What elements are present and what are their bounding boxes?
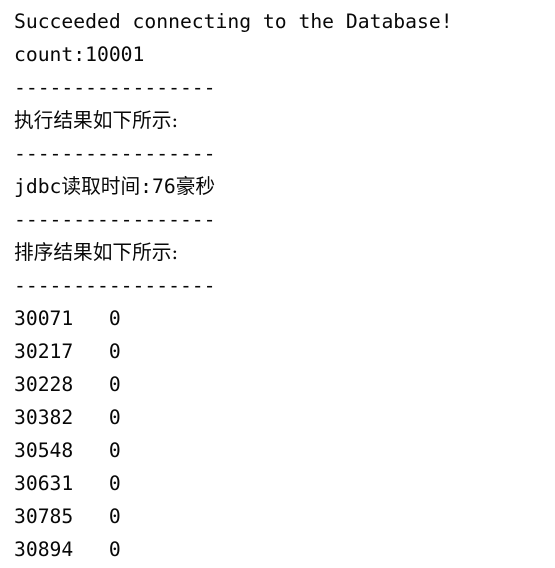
row-value: 0	[108, 538, 121, 561]
row-id: 30785	[14, 505, 74, 528]
jdbc-prefix: jdbc	[14, 175, 62, 198]
row-id: 30228	[14, 373, 74, 396]
row-id: 30548	[14, 439, 74, 462]
separator: -----------------	[14, 208, 216, 231]
result-row: 30228 0	[14, 368, 555, 401]
row-id: 30894	[14, 538, 74, 561]
row-value: 0	[108, 373, 121, 396]
connect-message: Succeeded connecting to the Database!	[14, 10, 453, 33]
sort-result-label: 排序结果如下所示:	[14, 241, 179, 264]
row-value: 0	[108, 505, 121, 528]
result-row: 30785 0	[14, 500, 555, 533]
separator: -----------------	[14, 142, 216, 165]
row-value: 0	[108, 340, 121, 363]
row-id: 30217	[14, 340, 74, 363]
result-row: 30217 0	[14, 335, 555, 368]
row-id: 30631	[14, 472, 74, 495]
separator: -----------------	[14, 274, 216, 297]
count-line: count:10001	[14, 43, 145, 66]
jdbc-time-line: jdbc读取时间:76豪秒	[14, 170, 555, 203]
jdbc-time-unit: 豪秒	[175, 175, 216, 198]
row-value: 0	[108, 439, 121, 462]
result-row: 30631 0	[14, 467, 555, 500]
result-row: 30071 0	[14, 302, 555, 335]
result-row: 30382 0	[14, 401, 555, 434]
jdbc-time-value: :76	[140, 175, 176, 198]
jdbc-read-label: 读取时间	[61, 175, 141, 198]
row-value: 0	[108, 307, 121, 330]
console-output: Succeeded connecting to the Database! co…	[0, 0, 555, 566]
row-id: 30382	[14, 406, 74, 429]
row-id: 30071	[14, 307, 74, 330]
row-value: 0	[108, 472, 121, 495]
result-row: 30894 0	[14, 533, 555, 566]
exec-result-label: 执行结果如下所示:	[14, 109, 179, 132]
result-rows: 30071 0 30217 0 30228 0 30382 0 30548 0 30631…	[14, 302, 555, 566]
separator: -----------------	[14, 76, 216, 99]
row-value: 0	[108, 406, 121, 429]
result-row: 30548 0	[14, 434, 555, 467]
